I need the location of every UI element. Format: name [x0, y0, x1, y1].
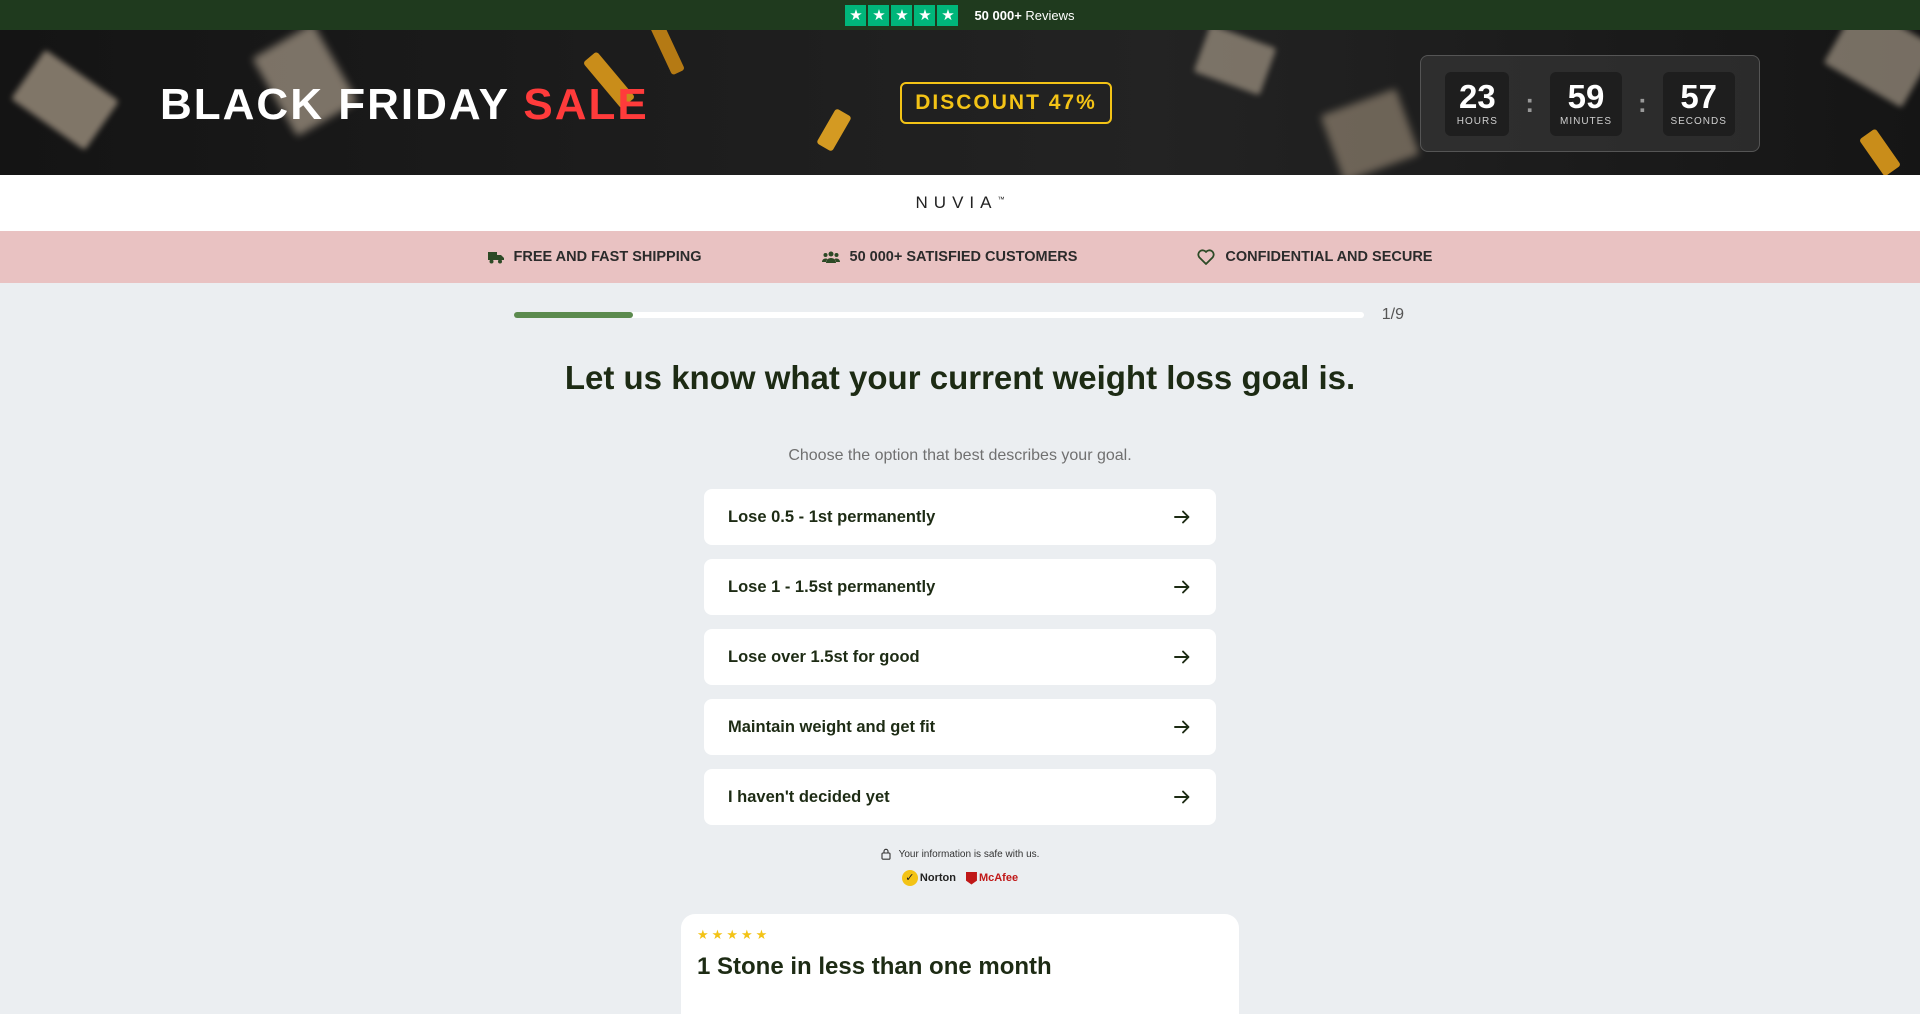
reviews-topbar: ★ ★ ★ ★ ★ 50 000+ Reviews — [0, 0, 1920, 30]
timer-seconds: 57 SECONDS — [1662, 71, 1735, 136]
norton-label: Norton — [919, 872, 956, 884]
review-title: 1 Stone in less than one month — [697, 953, 1052, 980]
star-icon: ★ — [755, 928, 768, 943]
review-card: ★ ★ ★ ★ ★ 1 Stone in less than one month — [681, 914, 1239, 1014]
timer-minutes: 59 MINUTES — [1550, 71, 1622, 136]
security-badges: ✓ Norton McAfee — [760, 870, 1160, 886]
option-label: Lose over 1.5st for good — [728, 647, 920, 666]
star-icon: ★ — [711, 928, 724, 943]
countdown-timer: 23 HOURS : 59 MINUTES : 57 SECONDS — [1420, 55, 1760, 152]
timer-seconds-value: 57 — [1680, 78, 1718, 115]
brand-logo[interactable]: NUVIA™ — [916, 193, 1005, 213]
truck-icon — [487, 252, 504, 264]
discount-badge: DISCOUNT 47% — [900, 82, 1112, 124]
reviews-label: Reviews — [1025, 7, 1075, 23]
timer-seconds-label: SECONDS — [1670, 116, 1727, 127]
trust-strip: FREE AND FAST SHIPPING 50 000+ SATISFIED… — [0, 231, 1920, 283]
question-title: Let us know what your current weight los… — [564, 359, 1356, 396]
trust-item-label: 50 000+ SATISFIED CUSTOMERS — [849, 249, 1078, 265]
confetti-decoration — [816, 108, 852, 152]
option-button[interactable]: Maintain weight and get fit — [704, 699, 1216, 755]
heart-icon — [1197, 249, 1215, 265]
security-note: Your information is safe with us. — [760, 848, 1160, 860]
timer-hours-value: 23 — [1458, 78, 1496, 115]
star-icon: ★ — [740, 928, 753, 943]
checkmark-icon: ✓ — [901, 870, 918, 886]
progress-fill — [514, 312, 633, 318]
trust-item-label: CONFIDENTIAL AND SECURE — [1225, 249, 1433, 265]
quiz-progress: 1/9 — [514, 306, 1404, 324]
confetti-decoration — [1320, 88, 1420, 175]
star-icon: ★ — [891, 4, 913, 26]
banner-title-prefix: BLACK FRIDAY — [160, 80, 510, 129]
timer-separator: : — [1638, 88, 1647, 118]
option-button[interactable]: Lose 0.5 - 1st permanently — [704, 489, 1216, 545]
confetti-decoration — [649, 30, 685, 76]
trust-item-customers: 50 000+ SATISFIED CUSTOMERS — [821, 249, 1078, 265]
star-icon: ★ — [937, 4, 959, 26]
arrow-right-icon — [1174, 720, 1190, 734]
trust-item-shipping: FREE AND FAST SHIPPING — [487, 249, 702, 265]
reviews-text: 50 000+ Reviews — [974, 8, 1074, 23]
star-icon: ★ — [845, 4, 867, 26]
answer-options: Lose 0.5 - 1st permanently Lose 1 - 1.5s… — [704, 489, 1216, 839]
mcafee-badge: McAfee — [965, 871, 1019, 885]
star-icon: ★ — [868, 4, 890, 26]
arrow-right-icon — [1174, 650, 1190, 664]
timer-hours-label: HOURS — [1456, 116, 1498, 127]
option-button[interactable]: Lose 1 - 1.5st permanently — [704, 559, 1216, 615]
logo-bar: NUVIA™ — [0, 175, 1920, 231]
confetti-decoration — [1193, 30, 1277, 96]
progress-track — [514, 312, 1364, 318]
arrow-right-icon — [1174, 580, 1190, 594]
users-icon — [821, 251, 840, 263]
option-label: I haven't decided yet — [728, 787, 890, 806]
norton-badge: ✓ Norton — [901, 870, 956, 886]
star-icon: ★ — [726, 928, 738, 943]
option-label: Maintain weight and get fit — [728, 717, 936, 736]
trust-item-label: FREE AND FAST SHIPPING — [513, 249, 702, 265]
shield-icon — [965, 871, 977, 885]
reviews-count: 50 000+ — [974, 7, 1022, 23]
trustpilot-stars: ★ ★ ★ ★ ★ — [845, 4, 959, 26]
confetti-decoration — [1823, 30, 1920, 108]
arrow-right-icon — [1174, 790, 1190, 804]
timer-hours: 23 HOURS — [1445, 71, 1510, 136]
arrow-right-icon — [1174, 510, 1190, 524]
review-stars: ★ ★ ★ ★ ★ — [697, 928, 1223, 943]
option-label: Lose 1 - 1.5st permanently — [728, 577, 936, 596]
trust-item-secure: CONFIDENTIAL AND SECURE — [1197, 249, 1432, 265]
progress-counter: 1/9 — [1381, 306, 1404, 323]
question-subtitle: Choose the option that best describes yo… — [788, 447, 1132, 464]
confetti-decoration — [10, 49, 120, 151]
mcafee-label: McAfee — [978, 872, 1019, 884]
star-icon: ★ — [697, 928, 709, 943]
trademark-mark: ™ — [997, 196, 1005, 204]
timer-separator: : — [1525, 88, 1534, 118]
timer-minutes-value: 59 — [1567, 78, 1605, 115]
star-icon: ★ — [914, 4, 936, 26]
option-button[interactable]: Lose over 1.5st for good — [704, 629, 1216, 685]
confetti-decoration — [1858, 128, 1902, 175]
option-label: Lose 0.5 - 1st permanently — [728, 507, 936, 526]
security-text: Your information is safe with us. — [898, 848, 1040, 860]
black-friday-banner: BLACK FRIDAY SALE DISCOUNT 47% 23 HOURS … — [0, 30, 1920, 175]
timer-minutes-label: MINUTES — [1560, 116, 1612, 127]
option-button[interactable]: I haven't decided yet — [704, 769, 1216, 825]
brand-logo-text: NUVIA — [915, 193, 998, 212]
banner-title: BLACK FRIDAY SALE — [160, 80, 649, 130]
banner-title-sale: SALE — [523, 80, 649, 129]
lock-icon — [881, 848, 891, 860]
